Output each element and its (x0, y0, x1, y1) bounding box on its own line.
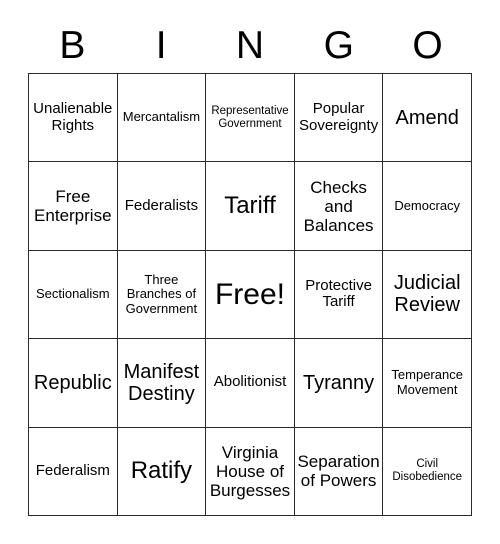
bingo-cell-label: Republic (33, 371, 112, 394)
bingo-cell-label: Separation of Powers (297, 452, 380, 491)
bingo-header-letter-o: O (412, 24, 443, 67)
bingo-cell-r1c4[interactable]: Popular Sovereignty (294, 74, 384, 163)
bingo-cell-label: Amend (395, 106, 459, 129)
bingo-cell-r4c3[interactable]: Abolitionist (206, 339, 295, 428)
bingo-cell-free-space[interactable]: Free! (206, 250, 295, 340)
bingo-cell-label: Free Enterprise (34, 187, 112, 226)
bingo-free-space-label: Free! (214, 277, 285, 311)
bingo-grid: Unalienable Rights Mercantalism Represen… (28, 73, 472, 516)
bingo-cell-r2c5[interactable]: Democracy (383, 162, 472, 251)
bingo-cell-label: Mercantalism (122, 109, 201, 125)
bingo-cell-r3c5[interactable]: Judicial Review (383, 250, 472, 340)
bingo-cell-r4c5[interactable]: Temperance Movement (383, 339, 472, 428)
bingo-cell-r5c5[interactable]: Civil Disobedience (383, 427, 472, 516)
bingo-cell-label: Tariff (224, 191, 276, 219)
bingo-cell-r1c5[interactable]: Amend (383, 74, 472, 163)
bingo-cell-label: Checks and Balances (303, 177, 374, 235)
bingo-cell-label: Civil Disobedience (392, 458, 463, 484)
bingo-cell-r2c1[interactable]: Free Enterprise (29, 162, 118, 251)
bingo-cell-label: Manifest Destiny (123, 360, 200, 405)
bingo-cell-r1c1[interactable]: Unalienable Rights (29, 74, 118, 163)
bingo-cell-r4c1[interactable]: Republic (29, 339, 118, 428)
bingo-cell-r3c4[interactable]: Protective Tariff (294, 250, 384, 340)
bingo-header-letter-g: G (323, 24, 354, 67)
bingo-cell-label: Unalienable Rights (33, 99, 113, 134)
bingo-cell-r5c2[interactable]: Ratify (117, 427, 207, 516)
bingo-cell-label: Sectionalism (35, 286, 110, 302)
bingo-cell-r5c3[interactable]: Virginia House of Burgesses (206, 427, 295, 516)
bingo-cell-r2c3[interactable]: Tariff (206, 162, 295, 251)
bingo-cell-label: Tyranny (303, 371, 375, 394)
bingo-cell-r1c3[interactable]: Representative Government (206, 74, 295, 163)
bingo-cell-r2c4[interactable]: Checks and Balances (294, 162, 384, 251)
bingo-header-letter-i: I (155, 24, 167, 67)
bingo-header-letter-n: N (235, 24, 265, 67)
bingo-cell-label: Abolitionist (213, 373, 287, 391)
bingo-cell-r4c2[interactable]: Manifest Destiny (117, 339, 207, 428)
bingo-cell-label: Ratify (130, 456, 193, 484)
bingo-cell-label: Temperance Movement (391, 367, 463, 397)
bingo-card: B I N G O Unalienable Rights Mercantalis… (0, 0, 500, 544)
bingo-cell-label: Federalists (124, 196, 199, 214)
bingo-cell-label: Popular Sovereignty (298, 99, 379, 134)
bingo-cell-label: Representative Government (211, 104, 289, 130)
bingo-cell-label: Judicial Review (393, 272, 461, 317)
bingo-cell-r5c4[interactable]: Separation of Powers (294, 427, 384, 516)
bingo-header-letter-b: B (59, 24, 86, 67)
bingo-cell-label: Federalism (35, 461, 110, 479)
bingo-cell-r4c4[interactable]: Tyranny (294, 339, 384, 428)
bingo-cell-r5c1[interactable]: Federalism (29, 427, 118, 516)
bingo-cell-label: Protective Tariff (305, 276, 372, 311)
bingo-cell-r3c2[interactable]: Three Branches of Government (117, 250, 207, 340)
bingo-cell-r2c2[interactable]: Federalists (117, 162, 207, 251)
bingo-cell-r3c1[interactable]: Sectionalism (29, 250, 118, 340)
bingo-cell-label: Three Branches of Government (125, 271, 198, 316)
bingo-header-row: B I N G O (28, 18, 472, 73)
bingo-cell-label: Virginia House of Burgesses (209, 442, 291, 500)
bingo-cell-label: Democracy (394, 197, 461, 213)
bingo-cell-r1c2[interactable]: Mercantalism (117, 74, 207, 163)
